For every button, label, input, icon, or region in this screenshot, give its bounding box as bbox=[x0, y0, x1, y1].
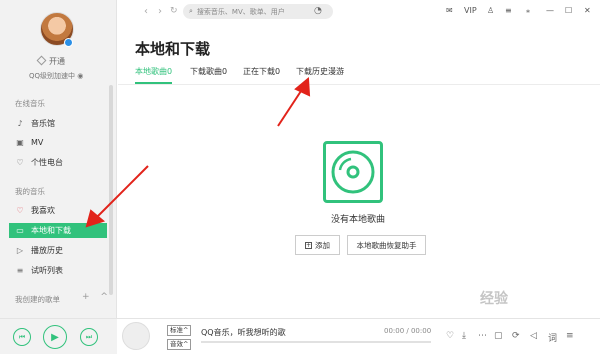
album-cover[interactable] bbox=[122, 322, 150, 350]
play-time: 00:00 / 00:00 bbox=[384, 327, 432, 335]
mini-mode-icon[interactable]: ⁎ bbox=[526, 6, 530, 15]
divider bbox=[118, 84, 600, 85]
diamond-icon bbox=[36, 55, 47, 66]
vip-link[interactable]: VIP bbox=[464, 6, 477, 15]
mail-icon[interactable]: ✉ bbox=[446, 6, 453, 15]
empty-state-text: 没有本地歌曲 bbox=[331, 215, 386, 225]
sidebar-item-history[interactable]: ▷ 播放历史 bbox=[9, 243, 107, 258]
tab-downloaded-songs[interactable]: 下载歌曲0 bbox=[190, 66, 227, 77]
open-vip-link[interactable]: 开通 bbox=[36, 55, 65, 67]
next-button[interactable]: ⏭ bbox=[80, 328, 98, 346]
music-icon: ♪ bbox=[17, 119, 23, 128]
settings-icon[interactable]: ≡ bbox=[505, 6, 512, 15]
forward-icon[interactable]: › bbox=[158, 6, 162, 17]
download-icon[interactable]: ⤓ bbox=[462, 331, 466, 341]
more-icon[interactable]: ⋯ bbox=[478, 331, 487, 341]
add-button[interactable]: + 添加 bbox=[295, 235, 340, 255]
play-button[interactable]: ▶ bbox=[43, 325, 67, 349]
sidebar-item-music-hall[interactable]: ♪ 音乐馆 bbox=[9, 116, 107, 131]
page-title: 本地和下载 bbox=[135, 40, 211, 58]
progress-bar[interactable] bbox=[201, 341, 431, 343]
mv-icon: ▣ bbox=[16, 138, 24, 147]
search-icon: ⌕ bbox=[189, 7, 193, 15]
monitor-icon: ▭ bbox=[16, 226, 24, 235]
search-input[interactable]: ⌕ 搜索音乐、MV、歌单、用户 bbox=[183, 4, 333, 19]
tab-download-history[interactable]: 下载历史漫游 bbox=[296, 66, 344, 77]
section-online-music: 在线音乐 bbox=[15, 99, 45, 108]
player-bar: ⏮ ▶ ⏭ 标准^ 音效^ QQ音乐，听我想听的歌 00:00 / 00:00 bbox=[0, 318, 600, 354]
section-created-playlists: 我创建的歌单 bbox=[15, 295, 60, 304]
close-icon[interactable]: ✕ bbox=[584, 6, 591, 15]
quality-selector[interactable]: 标准^ bbox=[167, 325, 192, 336]
empty-disc-icon bbox=[323, 141, 383, 203]
playlist-icon[interactable]: ≡ bbox=[566, 331, 574, 341]
sidebar-item-trial-list[interactable]: ≡ 试听列表 bbox=[9, 263, 107, 278]
like-icon[interactable]: ♡ bbox=[446, 331, 454, 341]
back-icon[interactable]: ‹ bbox=[144, 6, 148, 17]
maximize-icon[interactable]: ☐ bbox=[565, 6, 572, 15]
sound-effect-selector[interactable]: 音效^ bbox=[167, 339, 192, 350]
sidebar-item-mv[interactable]: ▣ MV bbox=[9, 135, 107, 150]
sidebar: 开通 QQ级别加速中 ◉ 在线音乐 ♪ 音乐馆 ▣ MV ♡ 个性电台 我的音乐 ♡ 我… bbox=[0, 0, 117, 354]
sidebar-item-local-download[interactable]: ▭ 本地和下载 bbox=[9, 223, 107, 238]
playlist-actions[interactable]: + ^ bbox=[82, 292, 112, 302]
previous-button[interactable]: ⏮ bbox=[13, 328, 31, 346]
loop-icon[interactable]: ⟳ bbox=[512, 331, 520, 341]
add-icon: + bbox=[305, 241, 312, 249]
comment-icon[interactable]: ▢ bbox=[494, 331, 503, 341]
radio-icon: ♡ bbox=[16, 158, 24, 167]
sidebar-item-radio[interactable]: ♡ 个性电台 bbox=[9, 155, 107, 170]
watermark: 经验 bbox=[480, 291, 508, 307]
tab-local-songs[interactable]: 本地歌曲0 bbox=[135, 66, 172, 77]
list-icon: ≡ bbox=[16, 266, 24, 275]
section-my-music: 我的音乐 bbox=[15, 187, 45, 196]
refresh-icon[interactable]: ↻ bbox=[170, 6, 178, 16]
play-icon: ▶ bbox=[51, 331, 59, 343]
previous-icon: ⏮ bbox=[18, 332, 26, 341]
listen-identify-icon[interactable]: ◔ bbox=[314, 6, 322, 16]
sidebar-scrollbar[interactable] bbox=[109, 85, 113, 295]
heart-icon: ♡ bbox=[16, 206, 24, 215]
sidebar-item-favorites[interactable]: ♡ 我喜欢 bbox=[9, 203, 107, 218]
now-playing-title: QQ音乐，听我想听的歌 bbox=[201, 328, 286, 337]
top-bar: ‹ › ↻ ⌕ 搜索音乐、MV、歌单、用户 ◔ ✉ VIP ♙ ≡ ⁎ — ☐ ✕ bbox=[118, 0, 600, 24]
history-icon: ▷ bbox=[16, 246, 24, 255]
disc-graphic bbox=[331, 150, 375, 194]
restore-assistant-button[interactable]: 本地歌曲恢复助手 bbox=[347, 235, 426, 255]
level-status[interactable]: QQ级别加速中 ◉ bbox=[29, 71, 83, 81]
next-icon: ⏭ bbox=[85, 332, 93, 341]
lyrics-icon[interactable]: 词 bbox=[548, 331, 557, 344]
vip-badge-icon bbox=[64, 38, 73, 47]
volume-icon[interactable]: ◁ bbox=[530, 331, 537, 341]
minimize-icon[interactable]: — bbox=[546, 6, 554, 15]
skin-icon[interactable]: ♙ bbox=[487, 6, 494, 15]
tab-downloading[interactable]: 正在下载0 bbox=[243, 66, 280, 77]
